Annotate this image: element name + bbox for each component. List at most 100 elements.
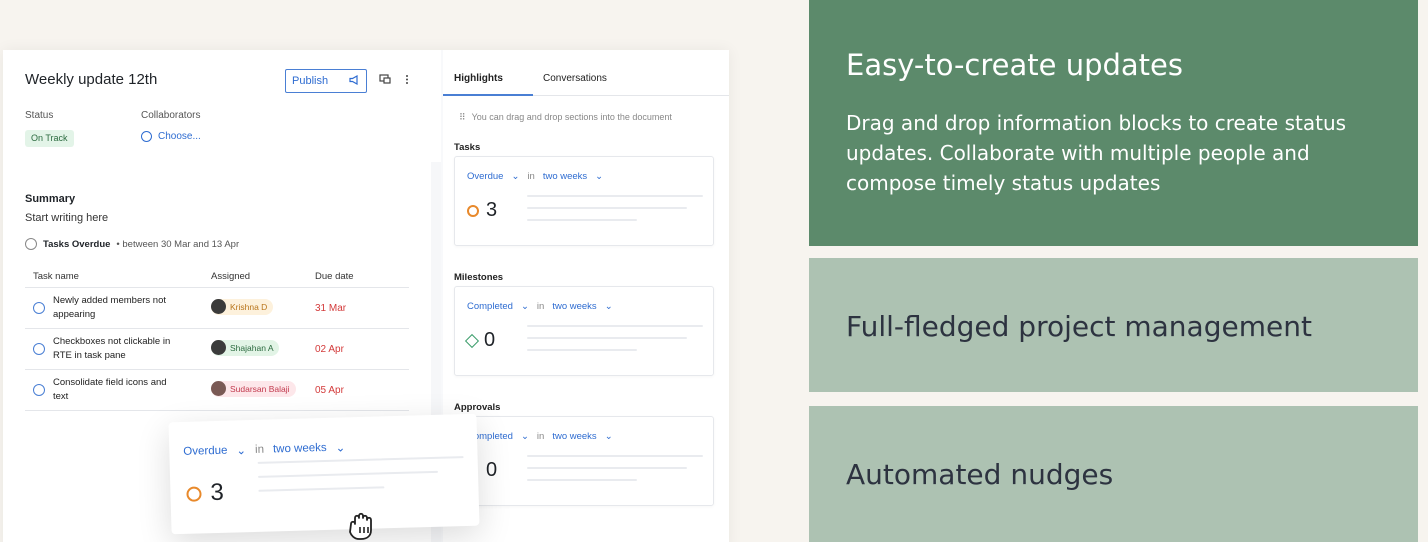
placeholder-line xyxy=(258,486,385,492)
overdue-title: Tasks Overdue xyxy=(43,238,111,250)
placeholder-line xyxy=(527,455,703,457)
document-header: Weekly update 12th Publish Status Collab… xyxy=(3,50,441,162)
table-row[interactable]: Consolidate field icons and text Sudarsa… xyxy=(25,370,409,411)
highlight-card-approvals[interactable]: Completed ⌄ in two weeks ⌄ 0 xyxy=(454,416,714,506)
pane-tabs: Highlights Conversations xyxy=(443,50,729,96)
due-date: 02 Apr xyxy=(315,343,344,355)
table-row[interactable]: Newly added members not appearing Krishn… xyxy=(25,288,409,329)
table-row[interactable]: Checkboxes not clickable in RTE in task … xyxy=(25,329,409,370)
in-label: in xyxy=(254,443,265,456)
table-header: Task name Assigned Due date xyxy=(25,266,409,288)
grab-hand-icon xyxy=(345,510,381,542)
summary-title: Summary xyxy=(25,193,76,205)
chevron-down-icon[interactable]: ⌄ xyxy=(511,171,519,182)
tasks-overdue-heading: Tasks Overdue • between 30 Mar and 13 Ap… xyxy=(25,238,239,250)
in-label: in xyxy=(536,301,545,312)
collaborators-label: Collaborators xyxy=(141,110,201,121)
placeholder-line xyxy=(527,337,687,339)
task-checkbox-icon[interactable] xyxy=(33,343,45,355)
placeholder-line xyxy=(527,195,703,197)
period-dropdown[interactable]: two weeks xyxy=(543,171,587,182)
collaborators-choose[interactable]: Choose... xyxy=(141,131,201,142)
chevron-down-icon[interactable]: ⌄ xyxy=(236,443,246,457)
assignee-chip[interactable]: Shajahan A xyxy=(211,339,280,356)
highlight-card-tasks[interactable]: Overdue ⌄ in two weeks ⌄ 3 xyxy=(454,156,714,246)
column-header: Assigned xyxy=(211,271,251,282)
highlight-value: 0 xyxy=(484,329,496,351)
task-name: Newly added members not appearing xyxy=(53,295,166,320)
task-name: Consolidate field icons and text xyxy=(53,377,167,402)
chevron-down-icon[interactable]: ⌄ xyxy=(605,431,613,442)
chevron-down-icon[interactable]: ⌄ xyxy=(605,301,613,312)
filter-dropdown[interactable]: Overdue xyxy=(183,445,227,458)
feature-title: Easy-to-create updates xyxy=(846,48,1183,82)
avatar xyxy=(211,381,226,397)
placeholder-line xyxy=(527,207,687,209)
diamond-icon xyxy=(464,333,480,348)
collaborators-choose-label: Choose... xyxy=(158,131,201,142)
placeholder-line xyxy=(527,219,637,221)
assignee-name: Sudarsan Balaji xyxy=(230,383,290,394)
chevron-down-icon[interactable]: ⌄ xyxy=(521,301,529,312)
period-dropdown[interactable]: two weeks xyxy=(273,442,327,455)
placeholder-line xyxy=(527,467,687,469)
period-dropdown[interactable]: two weeks xyxy=(552,431,596,442)
drag-hint-text: You can drag and drop sections into the … xyxy=(471,112,672,122)
period-dropdown[interactable]: two weeks xyxy=(552,301,596,312)
ring-icon xyxy=(186,485,202,502)
placeholder-line xyxy=(527,479,637,481)
tasks-table: Task name Assigned Due date Newly added … xyxy=(25,266,409,411)
task-checkbox-icon[interactable] xyxy=(33,302,45,314)
feature-panel[interactable]: Full-fledged project management xyxy=(809,258,1418,392)
status-label: Status xyxy=(25,110,54,121)
assignee-chip[interactable]: Krishna D xyxy=(211,298,274,315)
highlights-pane: Highlights Conversations ⠿ You can drag … xyxy=(443,50,729,542)
filter-dropdown[interactable]: Completed xyxy=(467,301,513,312)
publish-label: Publish xyxy=(292,75,329,87)
ring-icon xyxy=(467,204,479,217)
task-checkbox-icon[interactable] xyxy=(33,384,45,396)
avatar xyxy=(211,340,226,356)
dragged-highlight-card[interactable]: Overdue ⌄ in two weeks ⌄ 3 xyxy=(168,413,480,535)
highlight-card-milestones[interactable]: Completed ⌄ in two weeks ⌄ 0 xyxy=(454,286,714,376)
section-label: Tasks xyxy=(454,142,481,153)
chevron-down-icon[interactable]: ⌄ xyxy=(521,431,529,442)
highlight-value: 3 xyxy=(210,478,225,507)
feature-title: Automated nudges xyxy=(846,458,1114,491)
chevron-down-icon[interactable]: ⌄ xyxy=(595,171,603,182)
column-header: Task name xyxy=(33,271,79,282)
megaphone-icon xyxy=(349,74,360,88)
presentation-icon[interactable] xyxy=(379,74,391,88)
summary-text[interactable]: Start writing here xyxy=(25,212,108,224)
assignee-chip[interactable]: Sudarsan Balaji xyxy=(211,380,296,397)
document-title: Weekly update 12th xyxy=(25,71,158,88)
active-tab-indicator xyxy=(443,94,533,96)
publish-button[interactable]: Publish xyxy=(285,69,367,93)
tab-highlights[interactable]: Highlights xyxy=(454,73,503,84)
column-header: Due date xyxy=(315,271,354,282)
chevron-down-icon[interactable]: ⌄ xyxy=(335,440,346,454)
user-icon xyxy=(141,131,152,142)
placeholder-line xyxy=(527,349,637,351)
in-label: in xyxy=(527,171,535,182)
status-circle-icon xyxy=(25,238,37,250)
more-options-icon[interactable] xyxy=(405,74,409,88)
tab-conversations[interactable]: Conversations xyxy=(543,73,607,84)
drag-hint: ⠿ You can drag and drop sections into th… xyxy=(459,112,672,123)
section-label: Milestones xyxy=(454,272,504,283)
drag-handle-icon: ⠿ xyxy=(459,112,466,122)
due-date: 31 Mar xyxy=(315,302,347,314)
feature-panel[interactable]: Automated nudges xyxy=(809,406,1418,542)
avatar xyxy=(211,299,226,315)
highlight-value: 3 xyxy=(486,199,498,221)
assignee-name: Shajahan A xyxy=(230,342,274,353)
status-badge[interactable]: On Track xyxy=(25,130,74,147)
filter-dropdown[interactable]: Overdue xyxy=(467,171,503,182)
placeholder-line xyxy=(257,456,464,464)
feature-panel-active[interactable]: Easy-to-create updates Drag and drop inf… xyxy=(809,0,1418,246)
placeholder-line xyxy=(258,470,439,478)
in-label: in xyxy=(536,431,545,442)
assignee-name: Krishna D xyxy=(230,301,268,312)
section-label: Approvals xyxy=(454,402,501,413)
due-date: 05 Apr xyxy=(315,384,344,396)
